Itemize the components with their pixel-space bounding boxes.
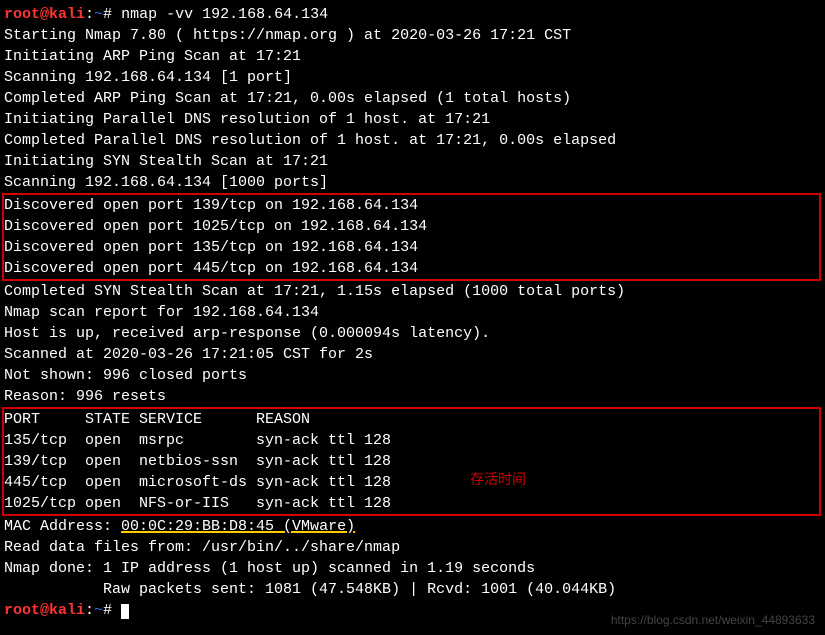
- discovered-port-line: Discovered open port 1025/tcp on 192.168…: [4, 216, 819, 237]
- output-line: Scanning 192.168.64.134 [1 port]: [4, 67, 821, 88]
- port-table-header: PORT STATE SERVICE REASON: [4, 409, 819, 430]
- prompt-line-1: root@kali:~# nmap -vv 192.168.64.134: [4, 4, 821, 25]
- discovered-ports-highlight-box: Discovered open port 139/tcp on 192.168.…: [2, 193, 821, 281]
- prompt-sep2: #: [103, 602, 121, 619]
- output-line: Completed SYN Stealth Scan at 17:21, 1.1…: [4, 281, 821, 302]
- prompt-user: root@kali: [4, 602, 85, 619]
- prompt-sep1: :: [85, 602, 94, 619]
- prompt-path: ~: [94, 602, 103, 619]
- output-line: Host is up, received arp-response (0.000…: [4, 323, 821, 344]
- output-line: Completed ARP Ping Scan at 17:21, 0.00s …: [4, 88, 821, 109]
- output-line: Scanning 192.168.64.134 [1000 ports]: [4, 172, 821, 193]
- ttl-annotation: 存活时间: [470, 470, 526, 490]
- prompt-sep1: :: [85, 6, 94, 23]
- mac-label: MAC Address:: [4, 518, 121, 535]
- discovered-port-line: Discovered open port 139/tcp on 192.168.…: [4, 195, 819, 216]
- output-line: Reason: 996 resets: [4, 386, 821, 407]
- discovered-port-line: Discovered open port 135/tcp on 192.168.…: [4, 237, 819, 258]
- port-table-row: 445/tcp open microsoft-ds syn-ack ttl 12…: [4, 472, 819, 493]
- output-line: Raw packets sent: 1081 (47.548KB) | Rcvd…: [4, 579, 821, 600]
- cursor-icon: [121, 604, 129, 619]
- output-line: Scanned at 2020-03-26 17:21:05 CST for 2…: [4, 344, 821, 365]
- output-line: Initiating Parallel DNS resolution of 1 …: [4, 109, 821, 130]
- output-line: Nmap done: 1 IP address (1 host up) scan…: [4, 558, 821, 579]
- mac-address-line: MAC Address: 00:0C:29:BB:D8:45 (VMware): [4, 516, 821, 537]
- port-table-row: 139/tcp open netbios-ssn syn-ack ttl 128: [4, 451, 819, 472]
- command-text: nmap -vv 192.168.64.134: [121, 6, 328, 23]
- output-line: Not shown: 996 closed ports: [4, 365, 821, 386]
- prompt-sep2: #: [103, 6, 121, 23]
- output-line: Nmap scan report for 192.168.64.134: [4, 302, 821, 323]
- prompt-path: ~: [94, 6, 103, 23]
- output-line: Read data files from: /usr/bin/../share/…: [4, 537, 821, 558]
- mac-value: 00:0C:29:BB:D8:45 (VMware): [121, 518, 355, 535]
- output-line: Starting Nmap 7.80 ( https://nmap.org ) …: [4, 25, 821, 46]
- port-table-row: 1025/tcp open NFS-or-IIS syn-ack ttl 128: [4, 493, 819, 514]
- watermark: https://blog.csdn.net/weixin_44893633: [611, 612, 815, 629]
- output-line: Initiating SYN Stealth Scan at 17:21: [4, 151, 821, 172]
- discovered-port-line: Discovered open port 445/tcp on 192.168.…: [4, 258, 819, 279]
- port-table-row: 135/tcp open msrpc syn-ack ttl 128: [4, 430, 819, 451]
- port-table-highlight-box: PORT STATE SERVICE REASON 135/tcp open m…: [2, 407, 821, 516]
- output-line: Completed Parallel DNS resolution of 1 h…: [4, 130, 821, 151]
- output-line: Initiating ARP Ping Scan at 17:21: [4, 46, 821, 67]
- prompt-user: root@kali: [4, 6, 85, 23]
